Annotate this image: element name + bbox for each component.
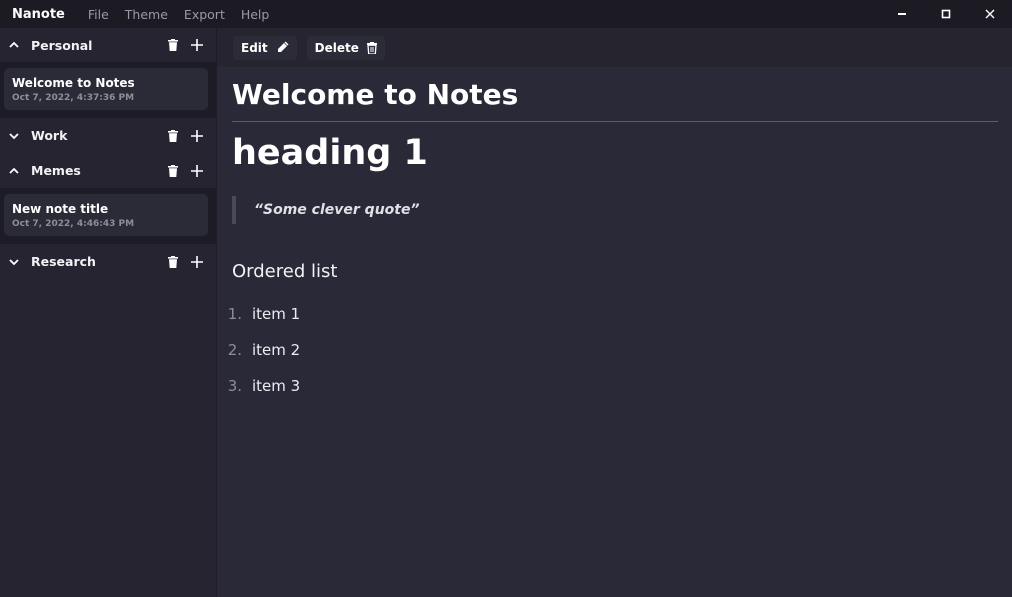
trash-icon[interactable]: [164, 36, 182, 54]
note-date: Oct 7, 2022, 4:37:36 PM: [12, 92, 135, 103]
list-text: item 1: [252, 305, 301, 323]
heading-1: heading 1: [232, 133, 428, 173]
list-number: 1.: [227, 305, 242, 323]
menu-theme[interactable]: Theme: [125, 7, 168, 22]
note-content: Welcome to Notes heading 1 “Some clever …: [228, 67, 998, 404]
menu-help[interactable]: Help: [241, 7, 270, 22]
note-toolbar: Edit Delete: [217, 28, 1012, 67]
list-item: 3. item 3: [228, 368, 998, 404]
trash-icon[interactable]: [164, 253, 182, 271]
ordered-list: 1. item 1 2. item 2 3. item 3: [228, 296, 998, 404]
subheading: Ordered list: [232, 261, 338, 282]
sidebar: Personal Welcome to Notes Oct 7, 2022, 4…: [0, 28, 217, 597]
group-name: Personal: [31, 37, 93, 53]
note-card[interactable]: Welcome to Notes Oct 7, 2022, 4:37:36 PM: [4, 68, 208, 110]
title-divider: [232, 121, 998, 122]
title-bar: Nanote File Theme Export Help: [0, 0, 1012, 28]
note-date: Oct 7, 2022, 4:46:43 PM: [12, 218, 135, 229]
plus-icon[interactable]: [188, 253, 206, 271]
minimize-icon: [898, 13, 906, 15]
maximize-icon: [941, 9, 951, 19]
edit-label: Edit: [241, 40, 268, 55]
edit-icon: [277, 41, 289, 52]
group-header-personal[interactable]: Personal: [0, 28, 216, 62]
list-text: item 3: [252, 377, 301, 395]
group-name: Research: [31, 254, 96, 269]
group-header-memes[interactable]: Memes: [0, 153, 216, 188]
group-name: Memes: [31, 163, 81, 178]
group-notes-personal: Welcome to Notes Oct 7, 2022, 4:37:36 PM: [0, 62, 216, 118]
minimize-button[interactable]: [880, 0, 924, 28]
group-header-work[interactable]: Work: [0, 118, 216, 153]
note-title: Welcome to Notes: [12, 75, 135, 90]
chevron-up-icon[interactable]: [7, 164, 21, 178]
chevron-up-icon[interactable]: [7, 38, 21, 52]
group-notes-memes: New note title Oct 7, 2022, 4:46:43 PM: [0, 188, 216, 244]
list-number: 3.: [227, 377, 242, 395]
note-heading-title: Welcome to Notes: [232, 78, 519, 111]
list-item: 2. item 2: [228, 332, 998, 368]
note-card[interactable]: New note title Oct 7, 2022, 4:46:43 PM: [4, 194, 208, 236]
blockquote: “Some clever quote”: [232, 196, 998, 224]
trash-icon: [366, 41, 377, 54]
delete-label: Delete: [314, 40, 359, 55]
menu-export[interactable]: Export: [184, 7, 225, 22]
delete-button[interactable]: Delete: [306, 35, 385, 60]
trash-icon[interactable]: [164, 162, 182, 180]
list-item: 1. item 1: [228, 296, 998, 332]
plus-icon[interactable]: [188, 36, 206, 54]
group-name: Work: [31, 128, 68, 143]
window-controls: [880, 0, 1012, 28]
list-text: item 2: [252, 341, 301, 359]
list-number: 2.: [227, 341, 242, 359]
close-button[interactable]: [968, 0, 1012, 28]
maximize-button[interactable]: [924, 0, 968, 28]
close-icon: [985, 9, 995, 19]
plus-icon[interactable]: [188, 127, 206, 145]
menu-file[interactable]: File: [88, 7, 109, 22]
chevron-down-icon[interactable]: [7, 129, 21, 143]
group-header-research[interactable]: Research: [0, 244, 216, 279]
note-title: New note title: [12, 201, 109, 216]
app-name: Nanote: [12, 6, 65, 22]
trash-icon[interactable]: [164, 127, 182, 145]
edit-button[interactable]: Edit: [233, 35, 297, 60]
plus-icon[interactable]: [188, 162, 206, 180]
chevron-down-icon[interactable]: [7, 255, 21, 269]
